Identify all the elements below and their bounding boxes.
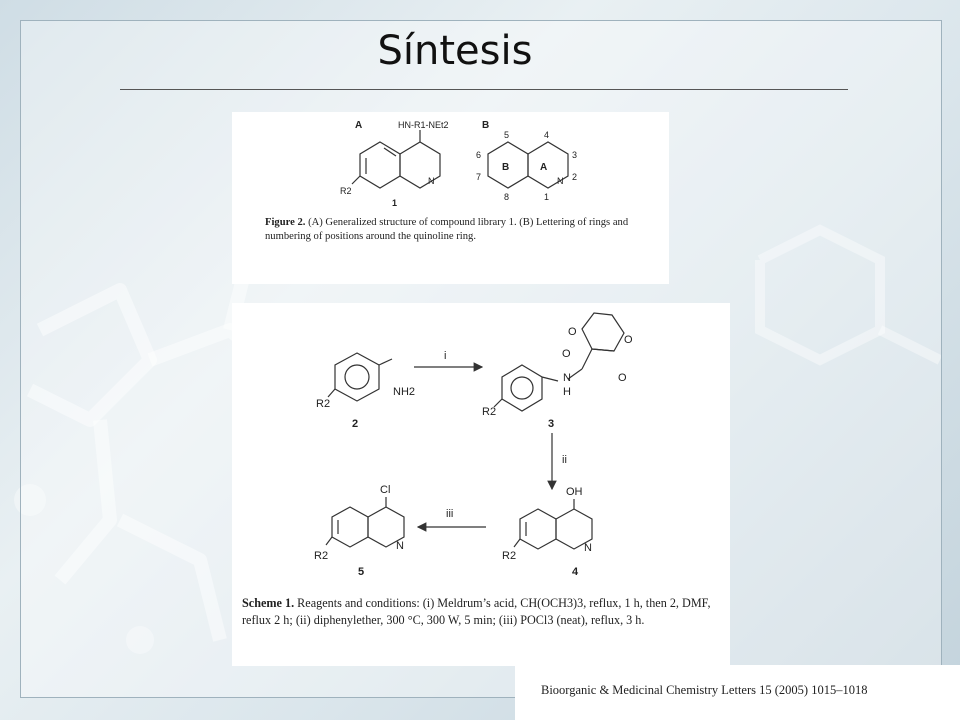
- compound-3-structure: [493, 312, 625, 412]
- compound-2-r2: R2: [316, 398, 330, 410]
- citation-text: Bioorganic & Medicinal Chemistry Letters…: [541, 683, 868, 697]
- compound-3-r2: R2: [482, 406, 496, 418]
- compound-5-label: 5: [358, 566, 364, 578]
- compound-5-structure: [325, 497, 405, 548]
- scheme-1-reactions: NH2 R2 2 i N H R2 O O O O 3 ii OH N R2 4…: [314, 312, 633, 578]
- slide-title: Síntesis: [377, 28, 533, 74]
- compound-3-o-ring-right: O: [624, 334, 633, 346]
- compound-2-structure: [327, 352, 393, 402]
- structure-a-r2: R2: [340, 186, 352, 196]
- compound-4-label: 4: [572, 566, 579, 578]
- compound-4-oh: OH: [566, 486, 583, 498]
- substituent-label: HN-R1-NEt2: [398, 120, 449, 130]
- scheme-1-caption-label: Scheme 1.: [242, 596, 295, 610]
- scheme-1-caption-text: Reagents and conditions: (i) Meldrum’s a…: [242, 596, 711, 627]
- ring-a-label: A: [540, 162, 547, 173]
- compound-5-n: N: [396, 540, 404, 552]
- step-i-label: i: [444, 350, 446, 362]
- structure-b-n-atom: N: [557, 176, 564, 186]
- figure-2-panel: A HN-R1-NEt2 B N R2 1 B A N 5 4 6 3 7 2 …: [232, 112, 669, 284]
- figure-2-caption-text: (A) Generalized structure of compound li…: [265, 217, 629, 242]
- compound-3-o-right: O: [618, 372, 627, 384]
- position-2: 2: [572, 172, 577, 182]
- compound-4-n: N: [584, 542, 592, 554]
- compound-4-r2: R2: [502, 550, 516, 562]
- scheme-1-panel: NH2 R2 2 i N H R2 O O O O 3 ii OH N R2 4…: [232, 303, 730, 666]
- compound-3-o-left: O: [562, 348, 571, 360]
- compound-2-nh2: NH2: [393, 386, 415, 398]
- position-3: 3: [572, 150, 577, 160]
- compound-5-cl: Cl: [380, 484, 390, 496]
- figure-2-caption: Figure 2. (A) Generalized structure of c…: [265, 216, 655, 244]
- position-7: 7: [476, 172, 481, 182]
- compound-5-r2: R2: [314, 550, 328, 562]
- position-4: 4: [544, 130, 549, 140]
- position-1: 1: [544, 192, 549, 202]
- compound-4-structure: [513, 499, 593, 550]
- compound-2-label: 2: [352, 418, 358, 430]
- figure-2-structures: A HN-R1-NEt2 B N R2 1 B A N 5 4 6 3 7 2 …: [340, 120, 577, 208]
- citation-box: Bioorganic & Medicinal Chemistry Letters…: [515, 665, 960, 720]
- compound-3-h: H: [563, 386, 571, 398]
- step-ii-label: ii: [562, 454, 567, 466]
- title-underline: [120, 89, 848, 90]
- figure-2-label-a: A: [355, 120, 362, 131]
- position-6: 6: [476, 150, 481, 160]
- figure-2-label-b: B: [482, 120, 489, 131]
- position-5: 5: [504, 130, 509, 140]
- ring-b-label: B: [502, 162, 509, 173]
- step-iii-label: iii: [446, 508, 453, 520]
- position-8: 8: [504, 192, 509, 202]
- quinoline-structure-a: [351, 130, 441, 189]
- quinoline-structure-b: [487, 141, 569, 189]
- compound-1-label: 1: [392, 198, 397, 208]
- structure-a-n-atom: N: [428, 176, 435, 186]
- figure-2-caption-label: Figure 2.: [265, 217, 306, 228]
- compound-3-o-ring-left: O: [568, 326, 577, 338]
- compound-3-n: N: [563, 372, 571, 384]
- compound-3-label: 3: [548, 418, 554, 430]
- scheme-1-caption: Scheme 1. Reagents and conditions: (i) M…: [242, 595, 726, 629]
